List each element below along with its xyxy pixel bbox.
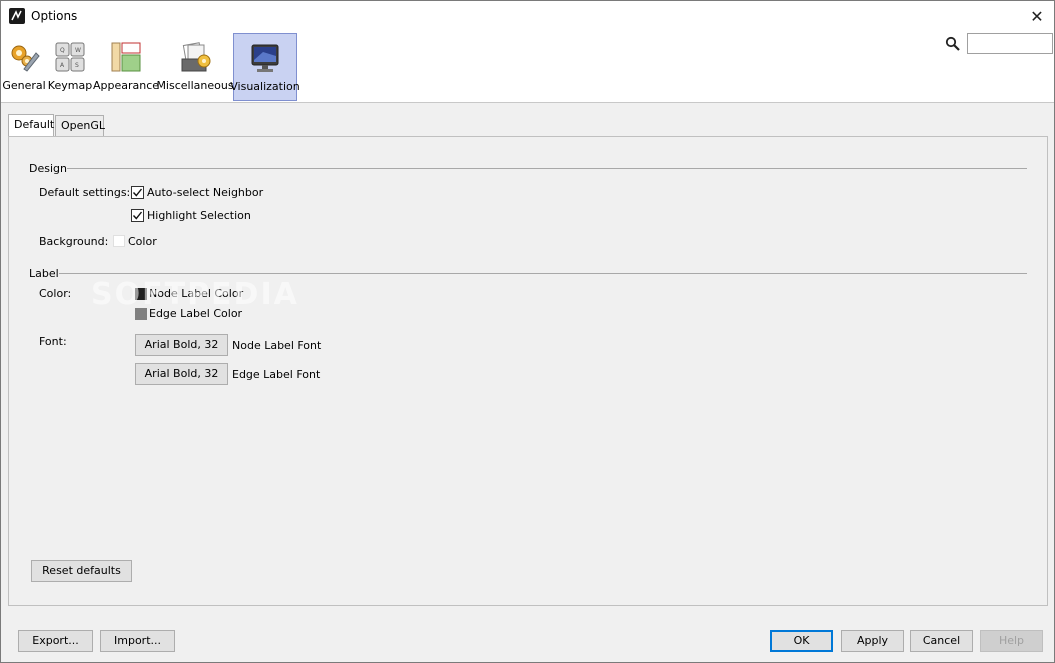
background-label: Background: bbox=[39, 235, 109, 248]
node-label-font-label: Node Label Font bbox=[232, 339, 322, 352]
color-label: Color: bbox=[39, 287, 72, 300]
toolbar-item-label: Visualization bbox=[230, 80, 300, 93]
background-color-label[interactable]: Color bbox=[128, 235, 157, 248]
misc-folder-icon bbox=[181, 42, 211, 72]
title-bar: Options ✕ bbox=[1, 1, 1054, 31]
window-title: Options bbox=[31, 9, 78, 23]
label-separator bbox=[59, 273, 1027, 274]
search-icon bbox=[945, 36, 960, 51]
default-settings-label: Default settings: bbox=[39, 186, 131, 199]
softpedia-watermark: SOFTPEDIA bbox=[91, 277, 299, 312]
import-button[interactable]: Import... bbox=[100, 630, 175, 652]
keyboard-icon: Q W A S bbox=[55, 42, 85, 72]
close-button[interactable]: ✕ bbox=[1026, 5, 1048, 27]
visualization-panel: Design Default settings: Auto-select Nei… bbox=[8, 136, 1048, 606]
export-button[interactable]: Export... bbox=[18, 630, 93, 652]
toolbar-item-label: Appearance bbox=[92, 79, 160, 92]
options-dialog: Options ✕ General Q W A S Keymap Appeara… bbox=[0, 0, 1055, 663]
checkmark-icon bbox=[132, 211, 143, 220]
svg-text:S: S bbox=[75, 62, 79, 69]
font-label: Font: bbox=[39, 335, 67, 348]
close-icon: ✕ bbox=[1030, 6, 1044, 26]
toolbar-item-label: Keymap bbox=[47, 79, 93, 92]
ok-button[interactable]: OK bbox=[770, 630, 833, 652]
background-color-swatch[interactable] bbox=[113, 235, 125, 247]
checkmark-icon bbox=[132, 188, 143, 197]
apply-button[interactable]: Apply bbox=[841, 630, 904, 652]
auto-select-label[interactable]: Auto-select Neighbor bbox=[147, 186, 263, 199]
svg-text:Q: Q bbox=[60, 47, 65, 54]
tab-default[interactable]: Default bbox=[8, 114, 54, 136]
monitor-icon bbox=[251, 44, 279, 72]
edge-label-font-label: Edge Label Font bbox=[232, 368, 321, 381]
category-toolbar: General Q W A S Keymap Appearance Miscel… bbox=[1, 31, 1054, 103]
layout-panels-icon bbox=[111, 42, 141, 72]
search-input[interactable] bbox=[967, 33, 1053, 54]
gears-wrench-icon bbox=[11, 45, 40, 72]
toolbar-item-label: Miscellaneous bbox=[156, 79, 234, 92]
toolbar-item-keymap[interactable]: Q W A S Keymap bbox=[47, 33, 93, 101]
svg-text:W: W bbox=[75, 47, 81, 54]
toolbar-item-label: General bbox=[2, 79, 46, 92]
auto-select-checkbox[interactable] bbox=[131, 186, 144, 199]
toolbar-item-general[interactable]: General bbox=[2, 33, 46, 101]
node-label-font-button[interactable]: Arial Bold, 32 bbox=[135, 334, 228, 356]
label-section-title: Label bbox=[29, 267, 59, 280]
cancel-button[interactable]: Cancel bbox=[910, 630, 973, 652]
design-section-title: Design bbox=[29, 162, 67, 175]
highlight-selection-checkbox[interactable] bbox=[131, 209, 144, 222]
toolbar-item-visualization[interactable]: Visualization bbox=[230, 33, 300, 101]
toolbar-item-miscellaneous[interactable]: Miscellaneous bbox=[156, 33, 234, 101]
highlight-selection-label[interactable]: Highlight Selection bbox=[147, 209, 251, 222]
tab-opengl[interactable]: OpenGL bbox=[55, 115, 105, 136]
toolbar-item-appearance[interactable]: Appearance bbox=[92, 33, 160, 101]
help-button[interactable]: Help bbox=[980, 630, 1043, 652]
app-logo-icon bbox=[9, 8, 25, 24]
reset-defaults-button[interactable]: Reset defaults bbox=[31, 560, 132, 582]
edge-label-font-button[interactable]: Arial Bold, 32 bbox=[135, 363, 228, 385]
design-separator bbox=[67, 168, 1027, 169]
